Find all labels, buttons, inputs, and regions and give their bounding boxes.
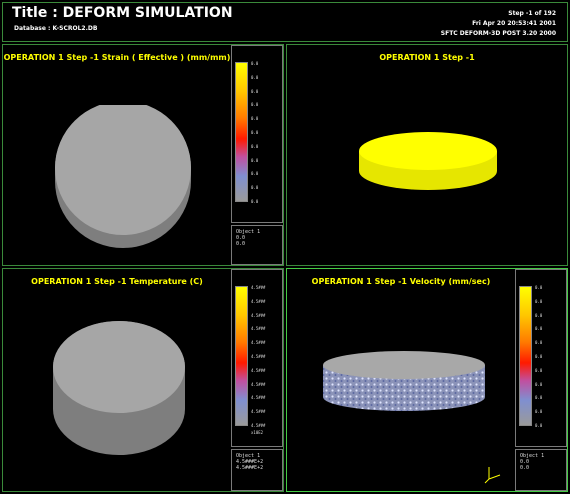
database-label: Database : K-SCROL2.DB [14, 25, 98, 32]
velocity-info: Object 1 0.0 0.0 [515, 449, 567, 491]
viewport-strain[interactable]: OPERATION 1 Step -1 Strain ( Effective )… [2, 44, 284, 266]
tick-label: 4.5### [251, 367, 266, 373]
tick-label: 0.0 [251, 130, 259, 135]
info-line: 4.5###E+2 [236, 465, 264, 471]
panel-title: OPERATION 1 Step -1 Strain ( Effective )… [3, 53, 231, 62]
tick-label: 4.5### [251, 340, 266, 346]
strain-color-gradient [235, 62, 248, 202]
tick-label: 0.0 [251, 74, 259, 80]
velocity-part [323, 351, 485, 411]
viewport-velocity[interactable]: OPERATION 1 Step -1 Velocity (mm/sec) 0.… [286, 268, 568, 492]
info-line: 0.0 [236, 241, 246, 247]
tick-label: 0.0 [251, 157, 259, 163]
temperature-info: Object 1 4.5###E+2 4.5###E+2 [231, 449, 283, 491]
temperature-color-gradient [235, 286, 248, 426]
strain-info: Object 1 0.0 0.0 [231, 225, 283, 265]
tick-label: 4.5### [251, 423, 266, 428]
tick-label: 4.5### [251, 326, 266, 332]
version-label: SFTC DEFORM-3D POST 3.20 2000 [440, 30, 556, 37]
tick-label: 0.0 [251, 143, 259, 149]
strain-tick-labels: 0.0 0.0 0.0 0.0 0.0 0.0 0.0 0.0 0.0 0.0 0.0 [251, 61, 273, 204]
panel-title: OPERATION 1 Step -1 [379, 53, 475, 62]
tick-label: 0.0 [535, 340, 543, 346]
panel-title: OPERATION 1 Step -1 Temperature (C) [31, 277, 203, 286]
step-counter: Step -1 of 192 [508, 10, 556, 17]
viewport-view[interactable]: OPERATION 1 Step -1 [286, 44, 568, 266]
info-line: 0.0 [520, 465, 530, 471]
tick-label: 0.0 [535, 326, 543, 332]
tick-label: 4.5### [251, 409, 266, 415]
view-part [359, 132, 497, 190]
app-title: Title : DEFORM SIMULATION [12, 5, 233, 21]
temperature-legend: 4.5### 4.5### 4.5### 4.5### 4.5### 4.5### 4.5#… [231, 269, 283, 447]
tick-label: 4.5### [251, 395, 266, 401]
tick-label: 0.0 [251, 88, 259, 94]
tick-label: 0.0 [535, 312, 543, 318]
tick-label: 4.5### [251, 354, 266, 359]
tick-label: 0.0 [535, 423, 543, 428]
tick-label: 0.0 [535, 409, 543, 415]
temperature-tick-labels: 4.5### 4.5### 4.5### 4.5### 4.5### 4.5### 4.5#… [251, 285, 273, 428]
tick-label: 4.5### [251, 298, 266, 304]
axis-triad-icon [484, 467, 501, 484]
tick-label: 0.0 [535, 395, 543, 401]
tick-label: 0.0 [251, 102, 259, 108]
velocity-color-gradient [519, 286, 532, 426]
tick-label: 4.5### [251, 285, 266, 290]
tick-label: 0.0 [535, 381, 543, 387]
strain-legend: 0.0 0.0 0.0 0.0 0.0 0.0 0.0 0.0 0.0 0.0 0.0 [231, 45, 283, 223]
tick-label: 0.0 [251, 171, 259, 177]
tick-label: 4.5### [251, 312, 266, 318]
timestamp: Fri Apr 20 20:53:41 2001 [472, 20, 556, 27]
velocity-tick-labels: 0.0 0.0 0.0 0.0 0.0 0.0 0.0 0.0 0.0 0.0 0.0 [535, 285, 557, 428]
tick-label: 0.0 [535, 354, 543, 359]
panel-title: OPERATION 1 Step -1 Velocity (mm/sec) [311, 277, 491, 286]
tick-label: 0.0 [251, 185, 259, 191]
viewport-temperature[interactable]: OPERATION 1 Step -1 Temperature (C) 4.5#… [2, 268, 284, 492]
tick-label: 0.0 [251, 61, 259, 66]
tick-label: 0.0 [251, 199, 259, 204]
temperature-exponent: x10E2 [251, 430, 264, 435]
tick-label: 0.0 [251, 116, 259, 122]
tick-label: 0.0 [535, 367, 543, 373]
velocity-legend: 0.0 0.0 0.0 0.0 0.0 0.0 0.0 0.0 0.0 0.0 0.0 [515, 269, 567, 447]
tick-label: 0.0 [535, 298, 543, 304]
strain-part [55, 105, 191, 248]
temperature-part [53, 321, 185, 455]
tick-label: 4.5### [251, 381, 266, 387]
tick-label: 0.0 [535, 285, 543, 290]
